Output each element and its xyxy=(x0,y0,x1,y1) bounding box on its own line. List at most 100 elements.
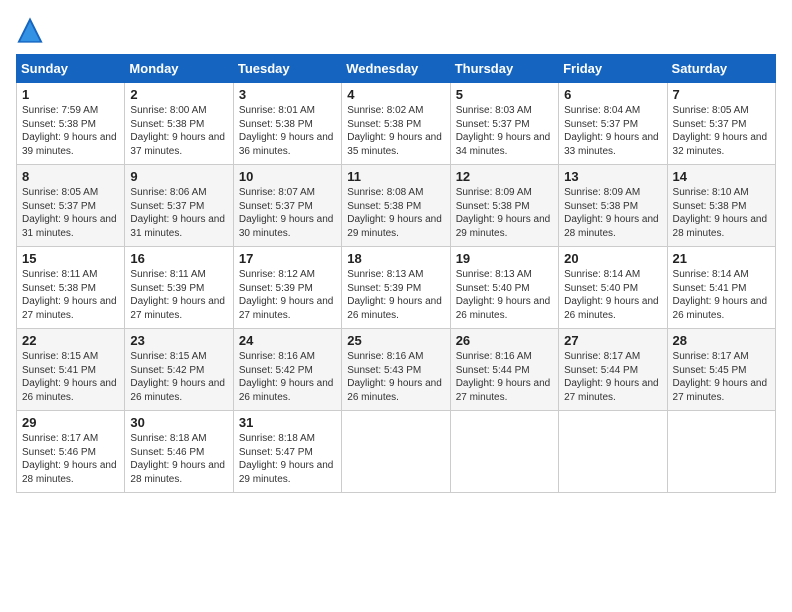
day-number: 31 xyxy=(239,415,336,430)
day-number: 7 xyxy=(673,87,770,102)
day-info: Sunrise: 8:17 AM Sunset: 5:44 PM Dayligh… xyxy=(564,350,661,404)
calendar-cell: 27 Sunrise: 8:17 AM Sunset: 5:44 PM Dayl… xyxy=(559,329,667,411)
day-info: Sunrise: 8:16 AM Sunset: 5:42 PM Dayligh… xyxy=(239,350,336,404)
page-container: SundayMondayTuesdayWednesdayThursdayFrid… xyxy=(0,0,792,503)
day-info: Sunrise: 8:15 AM Sunset: 5:41 PM Dayligh… xyxy=(22,350,119,404)
calendar-cell: 23 Sunrise: 8:15 AM Sunset: 5:42 PM Dayl… xyxy=(125,329,233,411)
day-info: Sunrise: 8:03 AM Sunset: 5:37 PM Dayligh… xyxy=(456,104,553,158)
day-info: Sunrise: 8:11 AM Sunset: 5:39 PM Dayligh… xyxy=(130,268,227,322)
day-number: 10 xyxy=(239,169,336,184)
calendar-cell: 17 Sunrise: 8:12 AM Sunset: 5:39 PM Dayl… xyxy=(233,247,341,329)
calendar-header-row: SundayMondayTuesdayWednesdayThursdayFrid… xyxy=(17,55,776,83)
day-number: 2 xyxy=(130,87,227,102)
calendar-cell: 30 Sunrise: 8:18 AM Sunset: 5:46 PM Dayl… xyxy=(125,411,233,493)
day-number: 25 xyxy=(347,333,444,348)
calendar-cell: 18 Sunrise: 8:13 AM Sunset: 5:39 PM Dayl… xyxy=(342,247,450,329)
day-info: Sunrise: 8:15 AM Sunset: 5:42 PM Dayligh… xyxy=(130,350,227,404)
day-info: Sunrise: 8:04 AM Sunset: 5:37 PM Dayligh… xyxy=(564,104,661,158)
calendar-cell: 19 Sunrise: 8:13 AM Sunset: 5:40 PM Dayl… xyxy=(450,247,558,329)
calendar-cell: 9 Sunrise: 8:06 AM Sunset: 5:37 PM Dayli… xyxy=(125,165,233,247)
calendar-week-row: 1 Sunrise: 7:59 AM Sunset: 5:38 PM Dayli… xyxy=(17,83,776,165)
day-number: 23 xyxy=(130,333,227,348)
calendar-week-row: 8 Sunrise: 8:05 AM Sunset: 5:37 PM Dayli… xyxy=(17,165,776,247)
day-number: 9 xyxy=(130,169,227,184)
day-number: 29 xyxy=(22,415,119,430)
calendar-cell: 26 Sunrise: 8:16 AM Sunset: 5:44 PM Dayl… xyxy=(450,329,558,411)
calendar-body: 1 Sunrise: 7:59 AM Sunset: 5:38 PM Dayli… xyxy=(17,83,776,493)
day-number: 16 xyxy=(130,251,227,266)
calendar-cell: 5 Sunrise: 8:03 AM Sunset: 5:37 PM Dayli… xyxy=(450,83,558,165)
day-number: 15 xyxy=(22,251,119,266)
day-number: 28 xyxy=(673,333,770,348)
calendar-cell: 25 Sunrise: 8:16 AM Sunset: 5:43 PM Dayl… xyxy=(342,329,450,411)
day-info: Sunrise: 8:16 AM Sunset: 5:44 PM Dayligh… xyxy=(456,350,553,404)
calendar-cell: 20 Sunrise: 8:14 AM Sunset: 5:40 PM Dayl… xyxy=(559,247,667,329)
day-info: Sunrise: 8:06 AM Sunset: 5:37 PM Dayligh… xyxy=(130,186,227,240)
day-info: Sunrise: 8:08 AM Sunset: 5:38 PM Dayligh… xyxy=(347,186,444,240)
calendar-cell: 10 Sunrise: 8:07 AM Sunset: 5:37 PM Dayl… xyxy=(233,165,341,247)
day-number: 30 xyxy=(130,415,227,430)
day-info: Sunrise: 8:00 AM Sunset: 5:38 PM Dayligh… xyxy=(130,104,227,158)
day-number: 11 xyxy=(347,169,444,184)
calendar-week-row: 22 Sunrise: 8:15 AM Sunset: 5:41 PM Dayl… xyxy=(17,329,776,411)
day-number: 12 xyxy=(456,169,553,184)
calendar-cell xyxy=(559,411,667,493)
day-info: Sunrise: 7:59 AM Sunset: 5:38 PM Dayligh… xyxy=(22,104,119,158)
calendar-week-row: 29 Sunrise: 8:17 AM Sunset: 5:46 PM Dayl… xyxy=(17,411,776,493)
weekday-header: Sunday xyxy=(17,55,125,83)
calendar-cell: 14 Sunrise: 8:10 AM Sunset: 5:38 PM Dayl… xyxy=(667,165,775,247)
day-info: Sunrise: 8:09 AM Sunset: 5:38 PM Dayligh… xyxy=(564,186,661,240)
calendar-cell: 3 Sunrise: 8:01 AM Sunset: 5:38 PM Dayli… xyxy=(233,83,341,165)
calendar-cell: 12 Sunrise: 8:09 AM Sunset: 5:38 PM Dayl… xyxy=(450,165,558,247)
day-info: Sunrise: 8:10 AM Sunset: 5:38 PM Dayligh… xyxy=(673,186,770,240)
day-info: Sunrise: 8:02 AM Sunset: 5:38 PM Dayligh… xyxy=(347,104,444,158)
weekday-header: Saturday xyxy=(667,55,775,83)
calendar-cell xyxy=(667,411,775,493)
day-info: Sunrise: 8:12 AM Sunset: 5:39 PM Dayligh… xyxy=(239,268,336,322)
day-number: 8 xyxy=(22,169,119,184)
logo-icon xyxy=(16,16,44,44)
calendar-cell: 7 Sunrise: 8:05 AM Sunset: 5:37 PM Dayli… xyxy=(667,83,775,165)
logo xyxy=(16,16,46,44)
day-info: Sunrise: 8:18 AM Sunset: 5:46 PM Dayligh… xyxy=(130,432,227,486)
weekday-header: Friday xyxy=(559,55,667,83)
calendar-cell: 4 Sunrise: 8:02 AM Sunset: 5:38 PM Dayli… xyxy=(342,83,450,165)
day-info: Sunrise: 8:17 AM Sunset: 5:46 PM Dayligh… xyxy=(22,432,119,486)
calendar-cell: 21 Sunrise: 8:14 AM Sunset: 5:41 PM Dayl… xyxy=(667,247,775,329)
day-number: 20 xyxy=(564,251,661,266)
day-info: Sunrise: 8:07 AM Sunset: 5:37 PM Dayligh… xyxy=(239,186,336,240)
calendar-cell: 15 Sunrise: 8:11 AM Sunset: 5:38 PM Dayl… xyxy=(17,247,125,329)
day-number: 3 xyxy=(239,87,336,102)
calendar-cell xyxy=(342,411,450,493)
day-number: 19 xyxy=(456,251,553,266)
day-number: 4 xyxy=(347,87,444,102)
calendar-cell: 8 Sunrise: 8:05 AM Sunset: 5:37 PM Dayli… xyxy=(17,165,125,247)
day-info: Sunrise: 8:05 AM Sunset: 5:37 PM Dayligh… xyxy=(22,186,119,240)
day-number: 14 xyxy=(673,169,770,184)
day-info: Sunrise: 8:14 AM Sunset: 5:40 PM Dayligh… xyxy=(564,268,661,322)
day-number: 5 xyxy=(456,87,553,102)
calendar-cell: 16 Sunrise: 8:11 AM Sunset: 5:39 PM Dayl… xyxy=(125,247,233,329)
calendar-cell: 24 Sunrise: 8:16 AM Sunset: 5:42 PM Dayl… xyxy=(233,329,341,411)
day-number: 1 xyxy=(22,87,119,102)
weekday-header: Tuesday xyxy=(233,55,341,83)
day-info: Sunrise: 8:01 AM Sunset: 5:38 PM Dayligh… xyxy=(239,104,336,158)
day-number: 6 xyxy=(564,87,661,102)
weekday-header: Monday xyxy=(125,55,233,83)
calendar-cell: 22 Sunrise: 8:15 AM Sunset: 5:41 PM Dayl… xyxy=(17,329,125,411)
day-info: Sunrise: 8:14 AM Sunset: 5:41 PM Dayligh… xyxy=(673,268,770,322)
day-info: Sunrise: 8:05 AM Sunset: 5:37 PM Dayligh… xyxy=(673,104,770,158)
day-number: 18 xyxy=(347,251,444,266)
day-info: Sunrise: 8:18 AM Sunset: 5:47 PM Dayligh… xyxy=(239,432,336,486)
calendar-cell: 11 Sunrise: 8:08 AM Sunset: 5:38 PM Dayl… xyxy=(342,165,450,247)
calendar-table: SundayMondayTuesdayWednesdayThursdayFrid… xyxy=(16,54,776,493)
day-info: Sunrise: 8:16 AM Sunset: 5:43 PM Dayligh… xyxy=(347,350,444,404)
day-info: Sunrise: 8:09 AM Sunset: 5:38 PM Dayligh… xyxy=(456,186,553,240)
calendar-cell: 6 Sunrise: 8:04 AM Sunset: 5:37 PM Dayli… xyxy=(559,83,667,165)
calendar-cell: 31 Sunrise: 8:18 AM Sunset: 5:47 PM Dayl… xyxy=(233,411,341,493)
calendar-cell: 29 Sunrise: 8:17 AM Sunset: 5:46 PM Dayl… xyxy=(17,411,125,493)
weekday-header: Wednesday xyxy=(342,55,450,83)
day-info: Sunrise: 8:13 AM Sunset: 5:39 PM Dayligh… xyxy=(347,268,444,322)
day-info: Sunrise: 8:13 AM Sunset: 5:40 PM Dayligh… xyxy=(456,268,553,322)
calendar-cell xyxy=(450,411,558,493)
